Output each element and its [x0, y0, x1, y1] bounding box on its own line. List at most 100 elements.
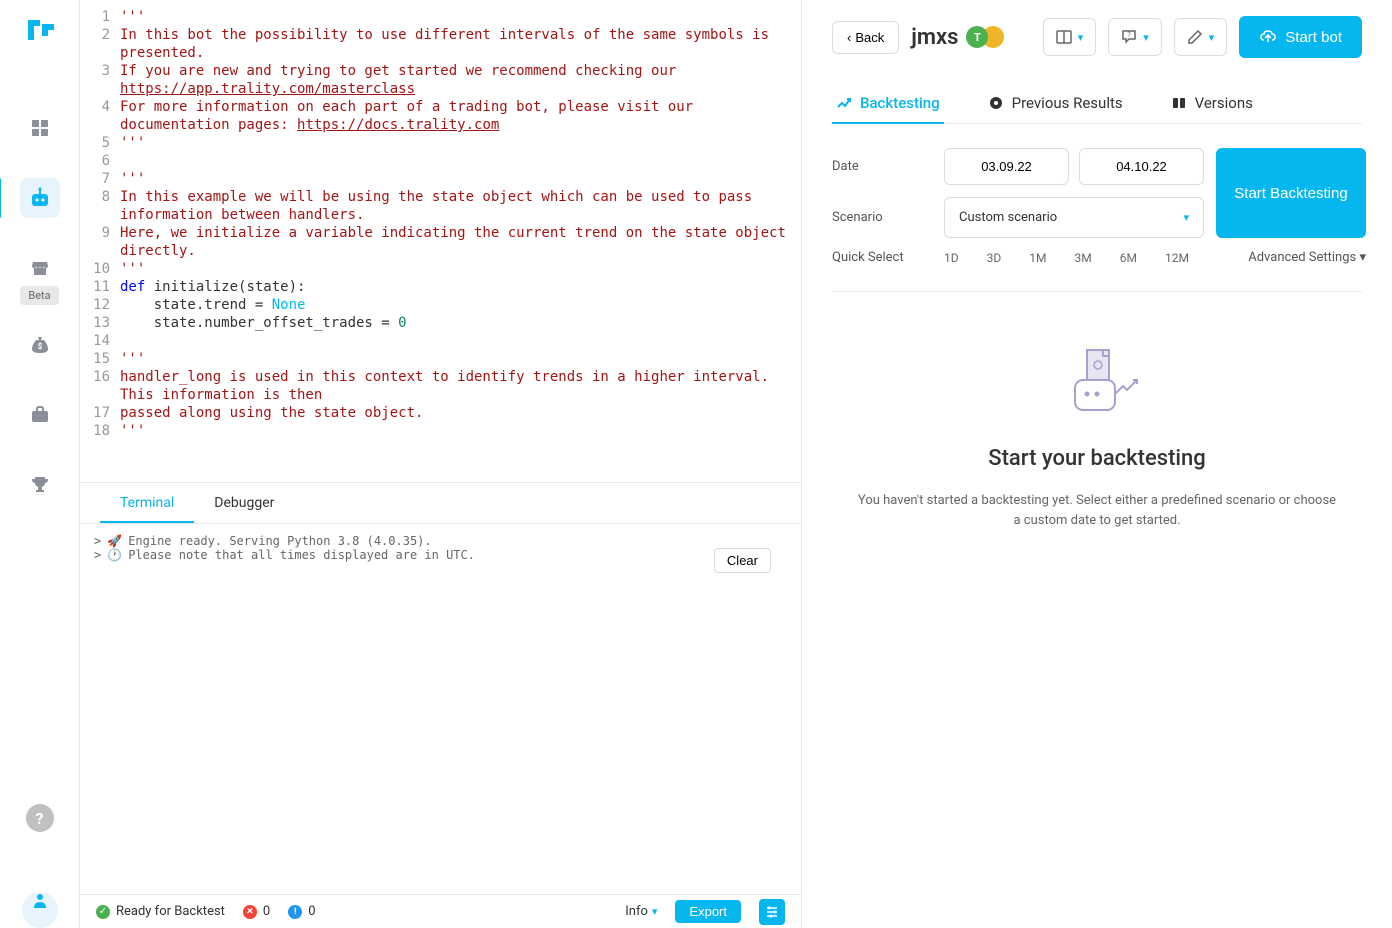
- sidebar-item-dashboard[interactable]: [20, 108, 60, 148]
- start-bot-button[interactable]: Start bot: [1239, 16, 1362, 58]
- right-panel: ‹ Back jmxs T ▾ ? ▾: [802, 0, 1392, 928]
- code-line: 8In this example we will be using the st…: [80, 188, 801, 224]
- info-icon: !: [288, 905, 302, 919]
- help-button[interactable]: ?: [26, 804, 54, 832]
- chat-icon: ?: [1121, 29, 1137, 45]
- quick-select-option[interactable]: 1D: [944, 251, 959, 265]
- backtest-form: Date Start Backtesting Scenario Custom s…: [832, 148, 1362, 265]
- empty-title: Start your backtesting: [988, 446, 1205, 471]
- quick-select-option[interactable]: 3D: [987, 251, 1002, 265]
- status-text: Ready for Backtest: [116, 904, 225, 919]
- quick-select-option[interactable]: 1M: [1029, 251, 1046, 265]
- quick-select-option[interactable]: 6M: [1120, 251, 1137, 265]
- code-line: 17passed along using the state object.: [80, 404, 801, 422]
- trophy-icon: [30, 475, 50, 495]
- sidebar-item-bots[interactable]: [20, 178, 60, 218]
- sidebar-item-wallet[interactable]: $: [20, 325, 60, 365]
- code-line: 3If you are new and trying to get starte…: [80, 62, 801, 98]
- code-line: 9Here, we initialize a variable indicati…: [80, 224, 801, 260]
- code-line: 4For more information on each part of a …: [80, 98, 801, 134]
- sidebar-item-marketplace[interactable]: [20, 248, 60, 288]
- code-line: 13 state.number_offset_trades = 0: [80, 314, 801, 332]
- briefcase-icon: [30, 405, 50, 425]
- status-errors[interactable]: ✕ 0: [243, 904, 270, 919]
- scenario-select[interactable]: Custom scenario ▾: [944, 197, 1204, 238]
- right-panel-header: ‹ Back jmxs T ▾ ? ▾: [832, 16, 1362, 58]
- clock-icon: 🕐: [107, 548, 122, 562]
- divider: [832, 291, 1362, 292]
- warning-count: 0: [308, 904, 315, 919]
- grid-icon: [30, 118, 50, 138]
- advanced-settings-toggle[interactable]: Advanced Settings ▾: [1248, 250, 1366, 265]
- code-line: 15''': [80, 350, 801, 368]
- sidebar-item-competitions[interactable]: [20, 465, 60, 505]
- history-icon: [988, 95, 1004, 111]
- user-icon: [31, 891, 49, 909]
- code-line: 7''': [80, 170, 801, 188]
- code-line: 18''': [80, 422, 801, 440]
- code-line: 16handler_long is used in this context t…: [80, 368, 801, 404]
- quick-select-row: 1D 3D 1M 3M 6M 12M: [944, 251, 1204, 265]
- terminal-line: Engine ready. Serving Python 3.8 (4.0.35…: [128, 534, 431, 548]
- settings-icon-button[interactable]: [759, 899, 785, 925]
- chevron-down-icon: ▾: [652, 905, 658, 918]
- quick-select-label: Quick Select: [832, 250, 932, 265]
- chevron-down-icon: ▾: [1143, 31, 1149, 44]
- robot-icon: [29, 187, 51, 209]
- sidebar-item-portfolio[interactable]: [20, 395, 60, 435]
- tab-backtesting[interactable]: Backtesting: [832, 84, 944, 124]
- money-bag-icon: $: [30, 335, 50, 355]
- empty-state: Start your backtesting You haven't start…: [832, 342, 1362, 530]
- chevron-down-icon: ▾: [1078, 31, 1084, 44]
- tab-versions[interactable]: Versions: [1167, 84, 1257, 124]
- date-from-input[interactable]: [944, 148, 1069, 185]
- chart-icon: [836, 95, 852, 111]
- edit-dropdown[interactable]: ▾: [1174, 18, 1228, 56]
- quick-select-option[interactable]: 3M: [1074, 251, 1091, 265]
- tab-debugger[interactable]: Debugger: [194, 483, 294, 523]
- error-icon: ✕: [243, 905, 257, 919]
- help-dropdown[interactable]: ? ▾: [1108, 18, 1162, 56]
- terminal-tabs: Terminal Debugger: [80, 482, 801, 524]
- code-line: 1''': [80, 8, 801, 26]
- chevron-down-icon: ▾: [1183, 211, 1189, 224]
- empty-text: You haven't started a backtesting yet. S…: [857, 491, 1337, 530]
- code-line: 5''': [80, 134, 801, 152]
- code-line: 14: [80, 332, 801, 350]
- start-backtesting-button[interactable]: Start Backtesting: [1216, 148, 1366, 238]
- chevron-down-icon: ▾: [1209, 31, 1215, 44]
- code-editor[interactable]: 1'''2In this bot the possibility to use …: [80, 0, 801, 482]
- terminal-line: Please note that all times displayed are…: [128, 548, 475, 562]
- empty-illustration: [1047, 342, 1147, 422]
- svg-text:?: ?: [1128, 31, 1132, 39]
- back-button[interactable]: ‹ Back: [832, 21, 899, 54]
- app-logo[interactable]: [24, 16, 56, 48]
- beta-badge: Beta: [20, 286, 58, 305]
- code-line: 2In this bot the possibility to use diff…: [80, 26, 801, 62]
- code-line: 10''': [80, 260, 801, 278]
- layout-dropdown[interactable]: ▾: [1043, 18, 1097, 56]
- versions-icon: [1171, 95, 1187, 111]
- svg-text:$: $: [37, 342, 42, 351]
- rocket-icon: 🚀: [107, 534, 122, 548]
- status-warnings[interactable]: ! 0: [288, 904, 315, 919]
- check-icon: ✓: [96, 905, 110, 919]
- date-label: Date: [832, 159, 932, 174]
- tab-previous-results[interactable]: Previous Results: [984, 84, 1127, 124]
- info-dropdown[interactable]: Info ▾: [625, 904, 657, 919]
- quick-select-option[interactable]: 12M: [1165, 251, 1189, 265]
- layout-icon: [1056, 29, 1072, 45]
- scenario-label: Scenario: [832, 210, 932, 225]
- error-count: 0: [263, 904, 270, 919]
- sidebar: Beta $ ?: [0, 0, 80, 928]
- code-line: 6: [80, 152, 801, 170]
- tab-terminal[interactable]: Terminal: [100, 483, 194, 523]
- export-button[interactable]: Export: [675, 900, 741, 923]
- sliders-icon: [765, 905, 779, 919]
- pencil-icon: [1187, 29, 1203, 45]
- chevron-left-icon: ‹: [847, 30, 851, 45]
- right-panel-tabs: Backtesting Previous Results Versions: [832, 84, 1362, 124]
- date-to-input[interactable]: [1079, 148, 1204, 185]
- clear-terminal-button[interactable]: Clear: [714, 548, 771, 573]
- user-avatar[interactable]: [22, 892, 58, 928]
